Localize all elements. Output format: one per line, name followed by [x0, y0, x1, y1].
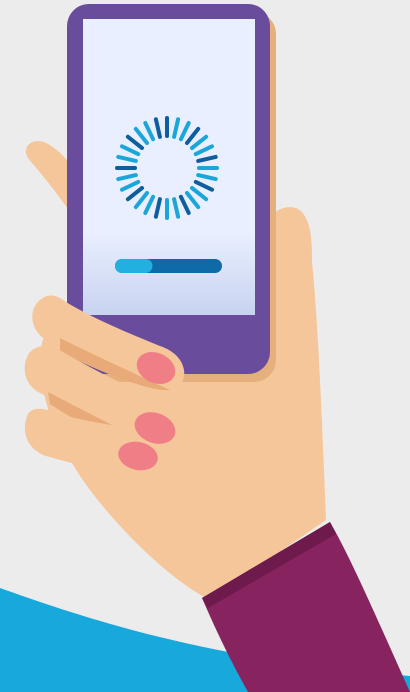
hand-phone-illustration — [0, 4, 410, 692]
illustration — [0, 0, 410, 692]
progress-fill — [115, 259, 153, 273]
progress-bar — [115, 259, 222, 273]
